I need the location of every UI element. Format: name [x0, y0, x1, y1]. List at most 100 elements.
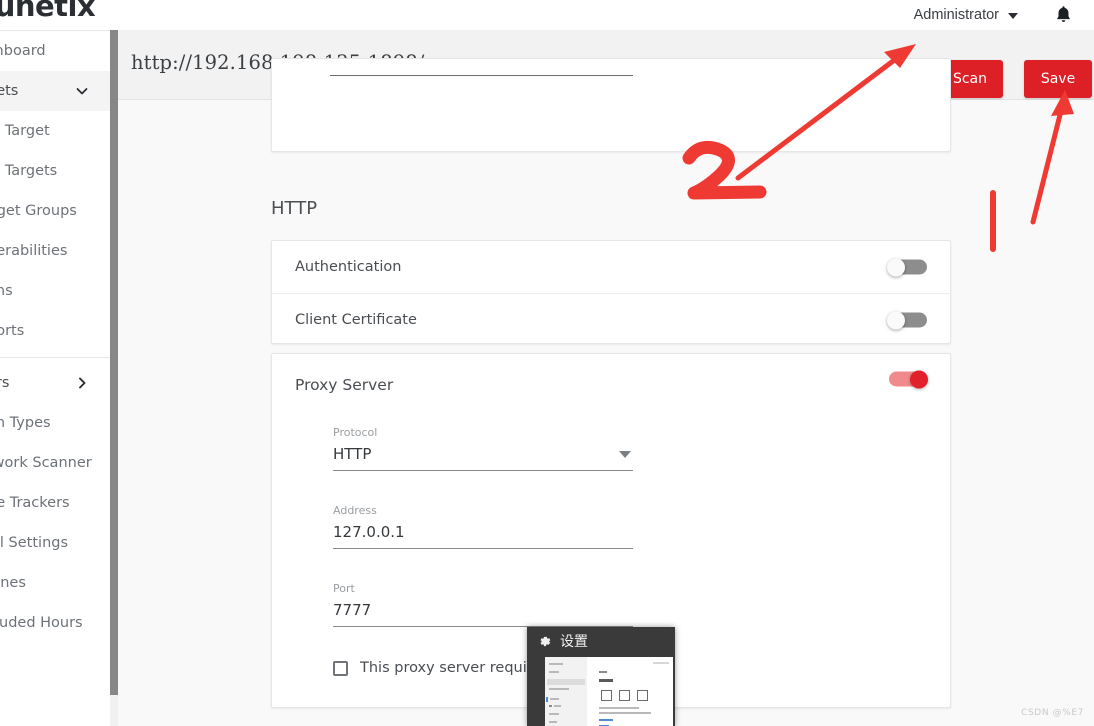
thumb-icon: [619, 690, 630, 701]
sidebar-divider: [0, 357, 110, 358]
thumb-line: [554, 705, 561, 707]
save-button-label: Save: [1040, 71, 1076, 87]
proxy-server-toggle[interactable]: [889, 370, 929, 389]
sidebar-item-network-scanner[interactable]: twork Scanner: [0, 443, 110, 483]
left-sidebar[interactable]: shboard gets d Target d Targets rget Gro…: [0, 30, 110, 726]
app-root: cunetix Administrator shboard gets d Tar…: [0, 0, 1094, 726]
thumb-line: [549, 705, 552, 707]
client-certificate-toggle[interactable]: [887, 311, 927, 329]
sidebar-item-targets[interactable]: gets: [0, 71, 110, 111]
protocol-field[interactable]: Protocol HTTP: [333, 426, 633, 471]
thumb-line: [599, 707, 639, 709]
sidebar-item-label: nerabilities: [0, 243, 68, 259]
sidebar-item-label: gines: [0, 575, 26, 591]
sidebar-item-excluded-hours[interactable]: cluded Hours: [0, 603, 110, 643]
thumb-line: [549, 721, 557, 723]
proxy-server-title: Proxy Server: [295, 376, 394, 394]
chevron-down-icon: [1008, 13, 1018, 19]
toggle-knob: [910, 370, 928, 389]
gear-icon: [540, 636, 551, 646]
sidebar-item-label: twork Scanner: [0, 455, 92, 471]
proxy-auth-checkbox[interactable]: [333, 660, 348, 676]
row-client-certificate[interactable]: Client Certificate: [272, 293, 950, 345]
sidebar-item-label: d Targets: [0, 163, 58, 179]
http-settings-card: Authentication Client Certificate: [271, 240, 951, 344]
http-section-title: HTTP: [271, 198, 318, 219]
sidebar-item-label: ans: [0, 283, 13, 299]
address-input[interactable]: 127.0.0.1: [333, 523, 633, 549]
sidebar-item-scan-types[interactable]: an Types: [0, 403, 110, 443]
thumb-window-controls: [653, 662, 669, 664]
previous-settings-card: [271, 58, 951, 152]
sidebar-item-label: ue Trackers: [0, 495, 70, 511]
thumb-line: [549, 713, 559, 715]
thumb-line: [549, 671, 559, 673]
thumb-icon: [637, 690, 648, 701]
authentication-toggle[interactable]: [887, 258, 927, 277]
taskbar-preview-popup[interactable]: 设置: [527, 627, 675, 726]
sidebar-item-label: d Target: [0, 123, 50, 139]
thumb-line: [546, 697, 548, 702]
sidebar-item-vulnerabilities[interactable]: nerabilities: [0, 231, 110, 271]
sidebar-item-label: ers: [0, 375, 10, 391]
csdn-watermark: CSDN @%E7: [1021, 708, 1084, 718]
port-field[interactable]: Port 7777: [333, 582, 633, 627]
chevron-down-icon: [76, 88, 88, 95]
bell-icon: [1056, 6, 1070, 22]
thumb-line: [549, 663, 563, 665]
authentication-label: Authentication: [295, 259, 402, 275]
acunetix-logo: cunetix: [0, 0, 96, 23]
sidebar-item-label: ail Settings: [0, 535, 69, 551]
thumb-line: [549, 688, 569, 690]
sidebar-item-label: cluded Hours: [0, 615, 83, 631]
thumb-line: [599, 671, 607, 673]
notifications-bell-button[interactable]: [1050, 1, 1076, 29]
sidebar-item-dashboard[interactable]: shboard: [0, 31, 110, 71]
sidebar-item-add-targets[interactable]: d Targets: [0, 151, 110, 191]
sidebar-item-label: an Types: [0, 415, 51, 431]
thumb-line: [547, 679, 585, 685]
user-menu[interactable]: Administrator: [914, 0, 1018, 30]
toggle-knob: [887, 311, 905, 329]
chevron-right-icon: [79, 377, 86, 389]
sidebar-item-label: gets: [0, 83, 19, 99]
sidebar-item-reports[interactable]: ports: [0, 311, 110, 351]
address-field[interactable]: Address 127.0.0.1: [333, 504, 633, 549]
sidebar-item-email-settings[interactable]: ail Settings: [0, 523, 110, 563]
protocol-label: Protocol: [333, 426, 378, 439]
input-underline[interactable]: [330, 75, 633, 76]
thumb-line: [550, 698, 559, 700]
popup-header: 设置: [527, 627, 675, 655]
port-input[interactable]: 7777: [333, 601, 633, 627]
client-certificate-label: Client Certificate: [295, 311, 417, 328]
popup-title: 设置: [560, 634, 588, 650]
sidebar-item-label: ports: [0, 323, 25, 339]
window-thumbnail[interactable]: [545, 657, 673, 726]
sidebar-item-scans[interactable]: ans: [0, 271, 110, 311]
sidebar-item-target-groups[interactable]: rget Groups: [0, 191, 110, 231]
dropdown-caret-icon: [619, 451, 631, 458]
protocol-select[interactable]: HTTP: [333, 445, 633, 471]
sidebar-item-users[interactable]: ers: [0, 363, 110, 403]
thumb-line: [599, 712, 651, 714]
sidebar-item-engines[interactable]: gines: [0, 563, 110, 603]
main-content: http://192.168.198.135:1898/ Scan Save H…: [118, 30, 1094, 726]
save-button[interactable]: Save: [1024, 60, 1092, 98]
user-menu-label: Administrator: [913, 7, 999, 23]
scan-button-label: Scan: [952, 71, 988, 87]
page-scrollbar-thumb[interactable]: [110, 30, 118, 695]
top-app-bar: cunetix Administrator: [0, 0, 1094, 30]
sidebar-item-add-target[interactable]: d Target: [0, 111, 110, 151]
sidebar-item-issue-trackers[interactable]: ue Trackers: [0, 483, 110, 523]
sidebar-item-label: rget Groups: [0, 203, 77, 219]
thumb-line: [599, 679, 613, 682]
address-label: Address: [333, 504, 377, 517]
port-label: Port: [333, 582, 355, 595]
toggle-knob: [887, 258, 905, 277]
thumb-line: [599, 719, 613, 721]
row-authentication[interactable]: Authentication: [272, 241, 950, 293]
thumbnail-nav-pane: [545, 657, 587, 726]
protocol-value: HTTP: [333, 445, 372, 463]
thumb-icon: [601, 690, 612, 701]
sidebar-item-label: shboard: [0, 43, 46, 59]
